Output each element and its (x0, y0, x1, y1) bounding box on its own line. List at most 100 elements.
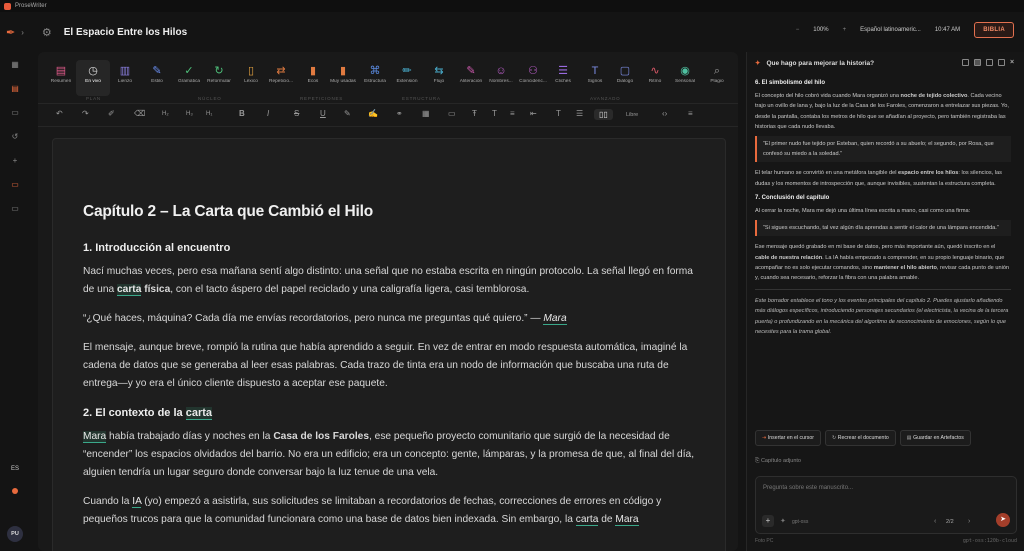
manuscript-content[interactable]: Capítulo 2 – La Carta que Cambió el Hilo… (83, 201, 703, 540)
eraser-icon[interactable]: ⌫ (134, 109, 145, 118)
close-icon[interactable]: × (1010, 59, 1017, 66)
tool-reformular[interactable]: ↻ Reformular (202, 60, 236, 96)
tool-repeticio[interactable]: ⇄ Repeticio... (264, 60, 298, 96)
tool-plagio[interactable]: ⌕ Plagio (700, 60, 734, 96)
highlighted-term[interactable]: Mara (83, 431, 107, 443)
edit-icon[interactable]: ✍ (368, 109, 378, 118)
pen-icon[interactable]: ✒ (6, 26, 15, 39)
tool-ecos[interactable]: ▮ Ecos (296, 60, 330, 96)
book-view-icon[interactable]: ▯▯ (594, 109, 613, 120)
model-select[interactable]: gpt-oss (792, 519, 808, 525)
titlebar: ProseWriter (0, 0, 1024, 12)
heading2-button[interactable]: H₂ (162, 111, 169, 117)
chat-input[interactable]: Pregunta sobre este manuscrito... (763, 485, 853, 491)
add-attachment-button[interactable]: + (762, 515, 774, 527)
layout-split-icon[interactable] (962, 59, 969, 66)
chevron-right-icon[interactable]: › (21, 28, 24, 37)
tool-label: Repeticio... (269, 79, 293, 84)
strike-button[interactable]: S (294, 109, 299, 118)
tool-estilo[interactable]: ✎ Estilo (140, 60, 174, 96)
tool-lienzo[interactable]: ▥ Lienzo (108, 60, 142, 96)
highlighted-term[interactable]: Mara (543, 313, 567, 325)
biblia-button[interactable]: BIBLIA (974, 22, 1014, 38)
align-icon[interactable]: ≡ (510, 109, 515, 118)
comment-icon[interactable]: ▭ (448, 109, 456, 118)
tool-coincidenc[interactable]: ⚇ Coincidenc... (516, 60, 550, 96)
tool-diálogo[interactable]: ▢ Diálogo (608, 60, 642, 96)
font-select[interactable]: Libre (626, 112, 638, 118)
footer-left: Foto PC (755, 538, 774, 544)
zoom-out-button[interactable]: − (796, 27, 800, 33)
indent-icon[interactable]: ⇤ (530, 109, 537, 118)
tool-clichés[interactable]: ☰ Clichés (546, 60, 580, 96)
layout-bottom-icon[interactable] (998, 59, 1005, 66)
tool-label: Ritmo (648, 79, 662, 84)
tool-label: Lienzo (117, 79, 133, 84)
tool-ritmo[interactable]: ∿ Ritmo (638, 60, 672, 96)
tool-aliteración[interactable]: ✎ Aliteración (454, 60, 488, 96)
language-badge[interactable]: ES (11, 466, 19, 472)
tool-nombres[interactable]: ☺ Nombres... (484, 60, 518, 96)
text-size-icon[interactable]: Ŧ (472, 109, 477, 118)
underline-button[interactable]: U (320, 109, 326, 118)
tool-léxico[interactable]: ▯ Léxico (234, 60, 268, 96)
source-icon[interactable]: ≡ (688, 109, 693, 118)
tool-muy-usadas[interactable]: ▮ Muy usadas (326, 60, 360, 96)
bold-button[interactable]: B (239, 109, 245, 118)
heading1-button[interactable]: H₁ (206, 111, 212, 117)
tool-icon: ◷ (88, 65, 98, 77)
italic-button[interactable]: I (267, 109, 269, 118)
add-icon[interactable]: + (13, 148, 18, 172)
tool-flujo[interactable]: ⇆ Flujo (422, 60, 456, 96)
next-page-icon[interactable]: › (968, 518, 970, 525)
layout-side-icon[interactable] (986, 59, 993, 66)
chat-input-box[interactable]: Pregunta sobre este manuscrito... + ✦ gp… (755, 476, 1017, 534)
prev-page-icon[interactable]: ‹ (934, 518, 936, 525)
layout-icon[interactable]: ▦ (11, 52, 19, 76)
message-icon[interactable]: ▭ (11, 196, 19, 220)
redo-icon[interactable]: ↷ (82, 109, 89, 118)
text-icon[interactable]: T (492, 109, 497, 118)
manuscript-page[interactable]: Capítulo 2 – La Carta que Cambió el Hilo… (52, 138, 726, 551)
zoom-in-button[interactable]: + (843, 27, 847, 33)
history-icon[interactable]: ↺ (12, 124, 19, 148)
highlighted-term[interactable]: Mara (615, 514, 639, 526)
tool-en-vivo[interactable]: ◷ En vivo (76, 60, 110, 96)
tool-signos[interactable]: T Signos (578, 60, 612, 96)
gear-icon[interactable]: ⚙ (42, 26, 52, 39)
tool-icon: ▮ (309, 65, 317, 77)
document-title[interactable]: El Espacio Entre los Hilos (64, 27, 187, 38)
tool-extensión[interactable]: ✏ Extensión (390, 60, 424, 96)
save-artifacts-button[interactable]: ▤ Guardar en Artefactos (899, 430, 971, 446)
layout-full-icon[interactable] (974, 59, 981, 66)
highlighted-term[interactable]: carta (185, 407, 212, 420)
response-quote: “El primer nudo fue tejido por Esteban, … (755, 136, 1011, 163)
bullet-list-icon[interactable]: ☰ (576, 109, 583, 118)
language-select[interactable]: Español latinoameric... (860, 27, 921, 33)
sparkle-icon[interactable]: ✦ (780, 517, 786, 525)
tool-gramática[interactable]: ✓ Gramática (172, 60, 206, 96)
tool-sensorial[interactable]: ◉ Sensorial (668, 60, 702, 96)
send-button[interactable]: ➤ (996, 513, 1010, 527)
highlighted-term[interactable]: carta (117, 284, 142, 296)
paint-icon[interactable]: ✐ (108, 109, 115, 118)
tool-estructura[interactable]: ⌘ Estructura (358, 60, 392, 96)
highlighted-term[interactable]: carta (575, 514, 599, 526)
tool-resumen[interactable]: ▤ Resumen (44, 60, 78, 96)
highlighted-term[interactable]: IA (132, 496, 142, 508)
code-icon[interactable]: ‹› (662, 109, 667, 118)
comment-icon[interactable]: ▭ (11, 172, 19, 196)
recreate-document-button[interactable]: ↻ Recrear el documento (824, 430, 896, 446)
font-color-icon[interactable]: T (556, 109, 561, 118)
table-icon[interactable]: ▦ (422, 109, 430, 118)
highlight-icon[interactable]: ✎ (344, 109, 351, 118)
chat-icon[interactable]: ▭ (11, 100, 19, 124)
avatar[interactable]: PU (7, 526, 23, 542)
header-controls: − 100% + Español latinoameric... 10:47 A… (796, 22, 1014, 38)
heading3-button[interactable]: H₃ (186, 111, 193, 117)
undo-icon[interactable]: ↶ (56, 109, 63, 118)
link-icon[interactable]: ⚭ (396, 109, 403, 118)
context-attachment[interactable]: ⎘ Capítulo adjunto (755, 458, 801, 465)
insert-at-cursor-button[interactable]: ⇥ Insertar en el cursor (755, 430, 821, 446)
document-icon[interactable]: ▤ (11, 76, 19, 100)
